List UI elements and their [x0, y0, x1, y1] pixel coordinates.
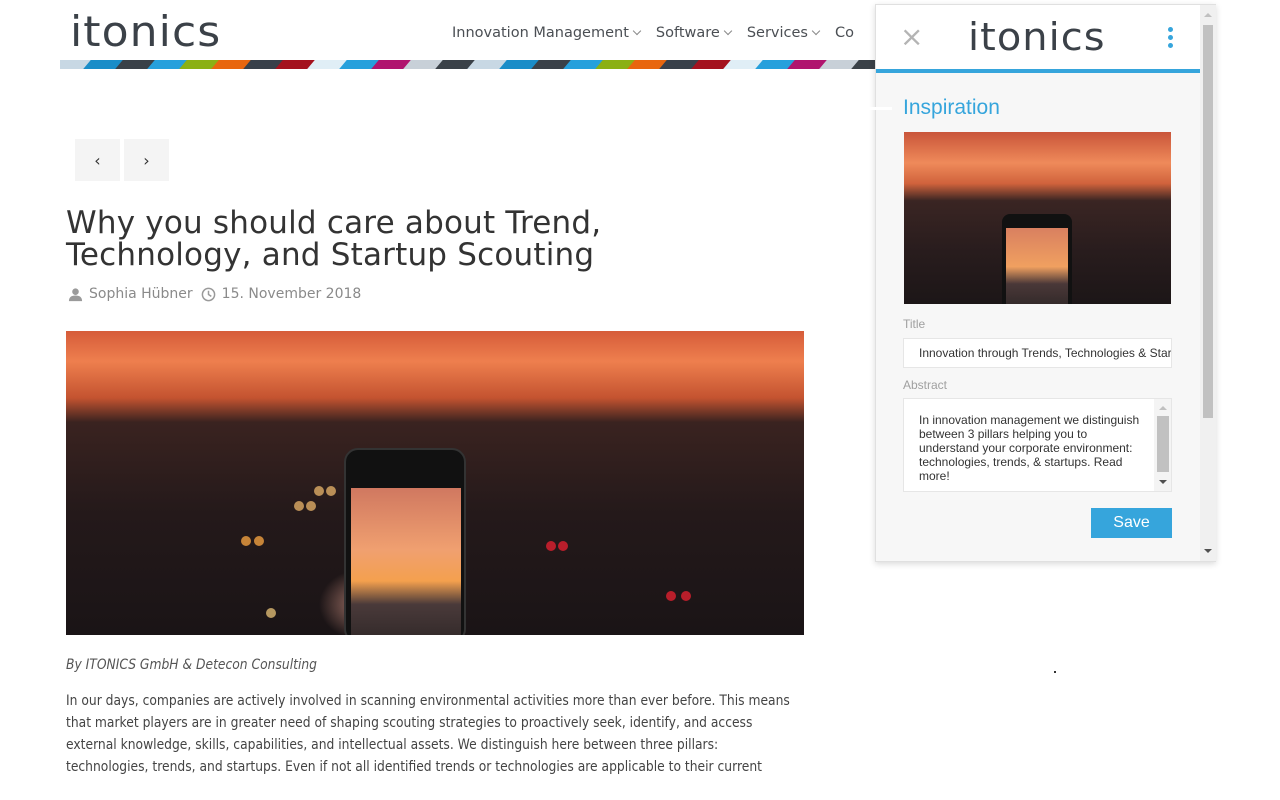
scroll-up-arrow-icon[interactable] — [1204, 13, 1212, 17]
article-body: In our days, companies are actively invo… — [66, 693, 790, 775]
more-options-icon[interactable] — [1166, 27, 1174, 51]
hero-image — [66, 331, 804, 635]
nav-services[interactable]: Services — [746, 25, 821, 41]
clock-icon — [201, 287, 216, 301]
inspiration-thumbnail — [904, 132, 1171, 304]
close-icon[interactable]: × — [900, 23, 923, 51]
title-label: Title — [903, 317, 926, 331]
author-link[interactable]: Sophia Hübner — [89, 286, 193, 302]
nav-label: Software — [655, 25, 720, 41]
nav-software[interactable]: Software — [655, 25, 733, 41]
article-meta: Sophia Hübner 15. November 2018 — [68, 286, 361, 302]
nav-label: Co — [834, 25, 854, 41]
decorative-line — [866, 107, 892, 110]
panel-accent-bar — [876, 69, 1200, 73]
next-post-button[interactable]: › — [124, 139, 169, 181]
scroll-down-arrow-icon[interactable] — [1204, 549, 1212, 553]
post-pager: ‹ › — [75, 139, 169, 181]
abstract-scrollbar[interactable] — [1154, 399, 1171, 491]
chevron-down-icon — [723, 26, 733, 36]
main-nav: Innovation Management Software Services … — [452, 25, 870, 41]
chevron-down-icon — [811, 26, 821, 36]
post-date: 15. November 2018 — [221, 286, 362, 302]
stray-dot — [1054, 671, 1056, 673]
abstract-textarea[interactable]: In innovation management we distinguish … — [903, 398, 1172, 492]
chevron-down-icon — [632, 26, 642, 36]
panel-heading: Inspiration — [903, 96, 1000, 119]
abstract-text: In innovation management we distinguish … — [919, 413, 1140, 483]
nav-innovation-management[interactable]: Innovation Management — [452, 25, 642, 41]
panel-scrollbar[interactable] — [1200, 5, 1216, 561]
scrollbar-thumb[interactable] — [1203, 25, 1213, 418]
article-byline: By ITONICS GmbH & Detecon Consulting — [66, 657, 318, 673]
nav-label: Innovation Management — [452, 25, 629, 41]
panel-logo: itonics — [968, 15, 1106, 59]
decorative-ribbon — [60, 60, 876, 69]
save-button[interactable]: Save — [1091, 508, 1172, 538]
article-title: Why you should care about Trend, Technol… — [66, 205, 602, 273]
site-logo[interactable]: itonics — [70, 10, 221, 54]
scroll-down-arrow-icon[interactable] — [1159, 480, 1167, 484]
nav-label: Services — [746, 25, 808, 41]
panel-header: × itonics — [876, 5, 1200, 69]
nav-company[interactable]: Co — [835, 25, 854, 41]
phone-graphic — [344, 448, 466, 635]
abstract-label: Abstract — [903, 378, 948, 392]
scrollbar-thumb[interactable] — [1157, 416, 1169, 472]
title-input[interactable]: Innovation through Trends, Technologies … — [903, 338, 1172, 368]
inspiration-panel: × itonics Inspiration Title Innovation t… — [866, 4, 1216, 562]
user-icon — [68, 287, 83, 301]
previous-post-button[interactable]: ‹ — [75, 139, 120, 181]
scroll-up-arrow-icon[interactable] — [1159, 406, 1167, 410]
